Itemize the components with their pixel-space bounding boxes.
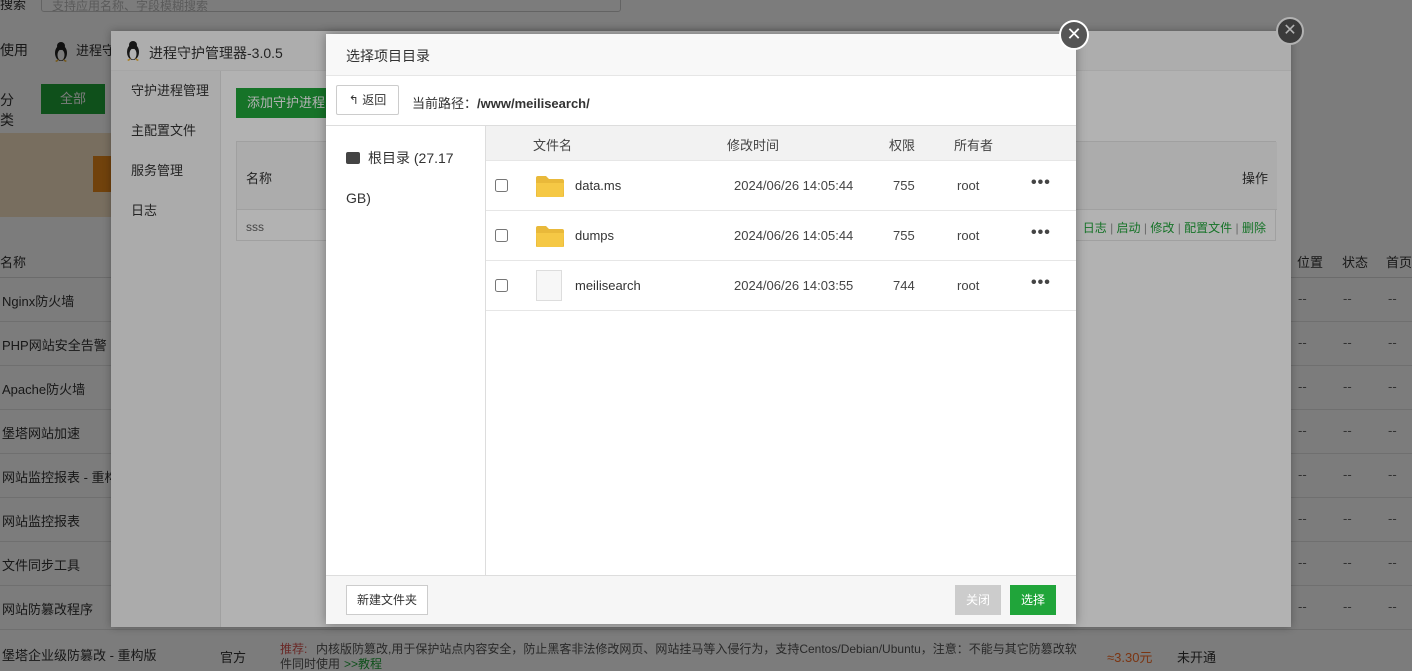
column-perm: 权限 <box>889 138 916 153</box>
select-button[interactable]: 选择 <box>1010 585 1056 615</box>
path-bar: ↰ 返回 当前路径：/www/meilisearch/ <box>326 76 1076 126</box>
file-name[interactable]: data.ms <box>575 178 621 193</box>
path-value: /www/meilisearch/ <box>477 96 590 111</box>
dialog-title: 选择项目目录 <box>346 48 430 64</box>
row-checkbox[interactable] <box>495 229 508 242</box>
new-folder-button[interactable]: 新建文件夹 <box>346 585 428 615</box>
file-row[interactable]: dumps 2024/06/26 14:05:44 755 root ••• <box>486 211 1076 261</box>
column-mtime: 修改时间 <box>727 138 780 153</box>
file-list: 文件名 修改时间 权限 所有者 data.ms 2024/06/26 14:05… <box>486 126 1076 575</box>
file-mtime: 2024/06/26 14:03:55 <box>734 278 854 293</box>
path-label: 当前路径： <box>412 96 478 111</box>
file-owner: root <box>957 178 980 193</box>
directory-tree: 根目录 (27.17 GB) <box>326 126 486 575</box>
dialog-footer: 新建文件夹 关闭 选择 <box>326 575 1076 624</box>
current-path: 当前路径：/www/meilisearch/ <box>412 93 590 112</box>
file-row[interactable]: data.ms 2024/06/26 14:05:44 755 root ••• <box>486 161 1076 211</box>
file-name[interactable]: meilisearch <box>575 278 641 293</box>
file-perm: 755 <box>893 178 915 193</box>
tree-item-root[interactable]: 根目录 (27.17 GB) <box>346 138 471 218</box>
file-icon <box>536 270 562 301</box>
file-row[interactable]: meilisearch 2024/06/26 14:03:55 744 root… <box>486 261 1076 311</box>
file-name[interactable]: dumps <box>575 228 614 243</box>
more-icon[interactable]: ••• <box>1031 274 1051 292</box>
file-perm: 744 <box>893 278 915 293</box>
row-checkbox[interactable] <box>495 179 508 192</box>
folder-icon <box>536 176 564 197</box>
more-icon[interactable]: ••• <box>1031 174 1051 192</box>
select-directory-dialog: 选择项目目录 ✕ ↰ 返回 当前路径：/www/meilisearch/ 根目录… <box>326 20 1089 624</box>
back-arrow-icon: ↰ <box>348 93 363 107</box>
row-checkbox[interactable] <box>495 279 508 292</box>
file-perm: 755 <box>893 228 915 243</box>
column-name: 文件名 <box>533 138 573 153</box>
dialog-titlebar: 选择项目目录 <box>326 34 1076 76</box>
file-owner: root <box>957 228 980 243</box>
disk-icon <box>346 152 360 164</box>
file-mtime: 2024/06/26 14:05:44 <box>734 178 854 193</box>
file-list-header: 文件名 修改时间 权限 所有者 <box>486 126 1076 161</box>
more-icon[interactable]: ••• <box>1031 224 1051 242</box>
column-owner: 所有者 <box>954 138 994 153</box>
back-label: 返回 <box>362 93 387 107</box>
folder-icon <box>536 226 564 247</box>
tree-item-label: 根目录 (27.17 GB) <box>346 150 454 206</box>
file-mtime: 2024/06/26 14:05:44 <box>734 228 854 243</box>
close-icon[interactable]: ✕ <box>1059 20 1089 50</box>
close-button[interactable]: 关闭 <box>955 585 1001 615</box>
back-button[interactable]: ↰ 返回 <box>336 85 399 115</box>
file-owner: root <box>957 278 980 293</box>
